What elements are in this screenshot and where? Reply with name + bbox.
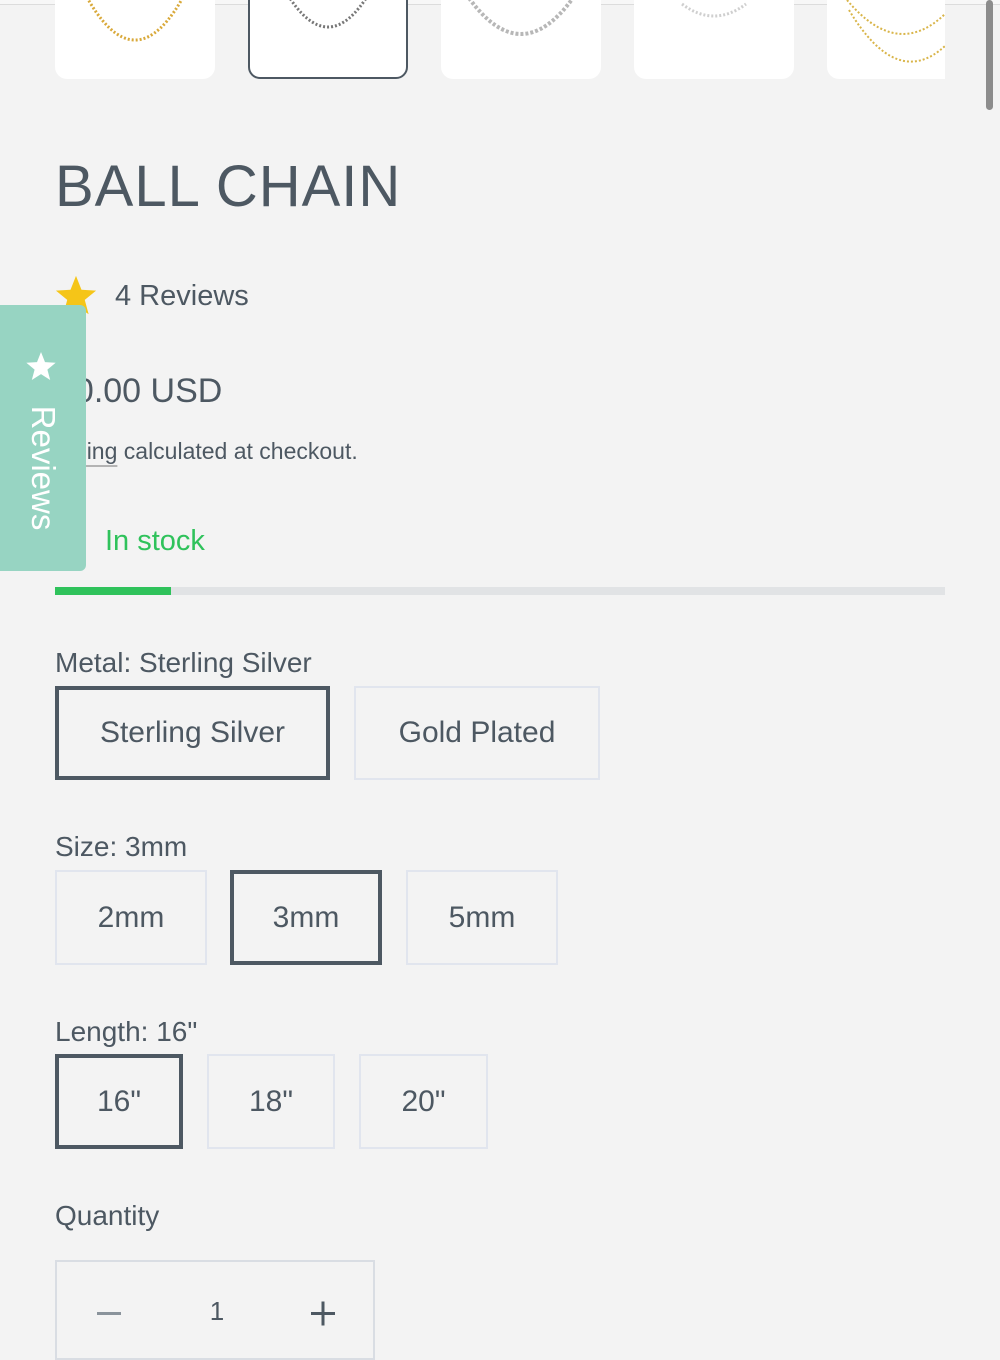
size-option-label: Size: 3mm <box>55 831 188 862</box>
thumbnail-gold-layered-chain[interactable] <box>827 0 945 79</box>
thumbnail-fine-silver-chain[interactable] <box>634 0 794 79</box>
quantity-decrease-button[interactable] <box>79 1292 139 1336</box>
gold-chain-image <box>86 0 184 42</box>
shipping-note: ipping calculated at checkout. <box>56 438 358 465</box>
silver-ball-chain-image <box>289 0 367 29</box>
page-scrollbar[interactable] <box>986 0 993 110</box>
product-thumbnail-gallery <box>0 0 1000 82</box>
quantity-stepper: 1 <box>55 1260 375 1360</box>
stock-status-text: In stock <box>105 525 205 557</box>
plus-icon <box>311 1301 335 1326</box>
length-option-18[interactable]: 18" <box>207 1054 335 1149</box>
reviews-tab-star-icon <box>26 352 56 380</box>
length-option-16[interactable]: 16" <box>55 1054 183 1149</box>
thumbnail-silver-ball-chain[interactable] <box>248 0 408 79</box>
stock-level-bar <box>55 587 945 595</box>
reviews-side-tab[interactable] <box>0 305 86 571</box>
thumbnail-gold-chain[interactable] <box>55 0 215 79</box>
reviews-count[interactable]: 4 Reviews <box>115 280 249 313</box>
stock-level-fill <box>55 587 171 595</box>
silver-bead-chain-image <box>468 0 574 36</box>
thumbnail-silver-bead-chain[interactable] <box>441 0 601 79</box>
shipping-note-text: calculated at checkout. <box>117 438 358 464</box>
metal-option-label: Metal: Sterling Silver <box>55 647 312 678</box>
quantity-value[interactable]: 1 <box>167 1296 267 1327</box>
length-option-label: Length: 16" <box>55 1016 198 1047</box>
metal-option-sterling-silver[interactable]: Sterling Silver <box>55 686 330 780</box>
quantity-increase-button[interactable] <box>293 1292 353 1336</box>
product-title: BALL CHAIN <box>55 154 402 219</box>
gold-layered-chain-image <box>846 0 945 63</box>
size-option-2mm[interactable]: 2mm <box>55 870 207 965</box>
metal-option-gold-plated[interactable]: Gold Plated <box>354 686 600 780</box>
size-option-5mm[interactable]: 5mm <box>406 870 558 965</box>
size-option-3mm[interactable]: 3mm <box>230 870 382 965</box>
quantity-label: Quantity <box>55 1200 160 1231</box>
minus-icon <box>97 1312 121 1315</box>
fine-silver-chain-image <box>681 2 747 18</box>
length-option-20[interactable]: 20" <box>359 1054 488 1149</box>
